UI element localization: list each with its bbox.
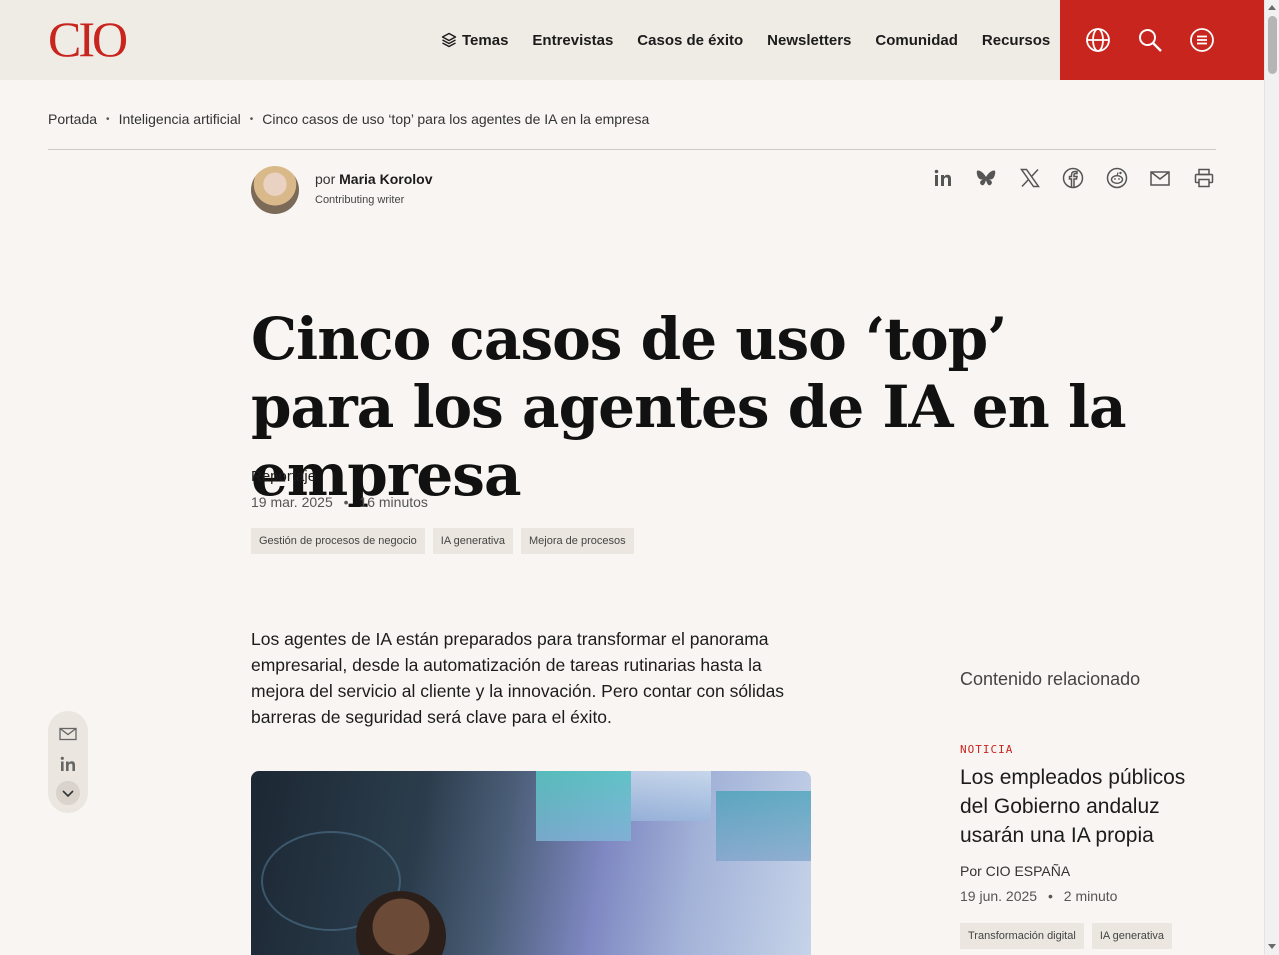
related-item-reading-time: 2 minuto — [1063, 888, 1118, 904]
tag-mejora-de-procesos[interactable]: Mejora de procesos — [521, 528, 634, 554]
email-icon[interactable] — [1149, 167, 1171, 189]
hero-screen — [716, 791, 811, 861]
breadcrumb-current: Cinco casos de uso ‘top’ para los agente… — [262, 111, 650, 127]
breadcrumb-portada[interactable]: Portada — [48, 111, 97, 127]
related-item-byline: Por CIO ESPAÑA — [960, 863, 1071, 879]
author-avatar[interactable] — [251, 166, 299, 214]
related-item-type: NOTICIA — [960, 743, 1014, 756]
breadcrumb-separator: • — [106, 113, 110, 125]
page-scrollbar[interactable] — [1264, 0, 1279, 955]
related-item-tags: Transformación digital IA generativa — [960, 923, 1180, 949]
nav-item-entrevistas[interactable]: Entrevistas — [532, 32, 613, 49]
site-header: CIO Temas Entrevistas Casos de éxito New… — [0, 0, 1264, 80]
facebook-icon[interactable] — [1062, 167, 1084, 189]
nav-item-recursos[interactable]: Recursos — [982, 32, 1050, 49]
nav-item-comunidad[interactable]: Comunidad — [875, 32, 958, 49]
tag-ia-generativa[interactable]: IA generativa — [1091, 923, 1173, 949]
scroll-down-arrow[interactable] — [1268, 944, 1276, 949]
email-icon[interactable] — [58, 724, 78, 744]
tag-gestion-de-procesos[interactable]: Gestión de procesos de negocio — [251, 528, 425, 554]
globe-icon[interactable] — [1085, 27, 1111, 53]
linkedin-icon[interactable] — [58, 754, 78, 774]
article-hero-image — [251, 771, 811, 955]
article-kind: Reportaje — [251, 468, 317, 485]
bluesky-icon[interactable] — [975, 167, 997, 189]
tag-ia-generativa[interactable]: IA generativa — [432, 528, 513, 554]
scroll-thumb[interactable] — [1268, 16, 1277, 74]
header-actions — [1060, 0, 1264, 80]
breadcrumb-inteligencia-artificial[interactable]: Inteligencia artificial — [119, 111, 241, 127]
article-title: Cinco casos de uso ‘top’ para los agente… — [251, 305, 1127, 509]
article-date: 19 mar. 2025 — [251, 494, 333, 510]
article-tags: Gestión de procesos de negocio IA genera… — [251, 528, 642, 554]
scroll-up-arrow[interactable] — [1268, 5, 1276, 10]
search-icon[interactable] — [1137, 27, 1163, 53]
article-meta: 19 mar. 2025 • 16 minutos — [251, 494, 428, 510]
article-lead: Los agentes de IA están preparados para … — [251, 629, 785, 727]
related-item-meta: 19 jun. 2025 • 2 minuto — [960, 888, 1117, 904]
author-byline: por Maria Korolov — [315, 171, 432, 187]
author-role: Contributing writer — [315, 194, 405, 206]
related-item-date: 19 jun. 2025 — [960, 888, 1038, 904]
hero-screen — [631, 771, 711, 821]
layers-icon — [441, 32, 457, 48]
breadcrumb-separator: • — [249, 113, 254, 125]
main-nav: Temas Entrevistas Casos de éxito Newslet… — [441, 0, 1074, 80]
nav-item-temas[interactable]: Temas — [441, 32, 508, 49]
author-prefix: por — [315, 171, 336, 187]
tag-transformacion-digital[interactable]: Transformación digital — [960, 923, 1084, 949]
meta-separator: • — [1047, 888, 1053, 904]
nav-item-newsletters[interactable]: Newsletters — [767, 32, 851, 49]
nav-label: Temas — [462, 31, 509, 49]
related-item-headline[interactable]: Los empleados públicos del Gobierno anda… — [960, 763, 1210, 850]
related-content-heading: Contenido relacionado — [960, 669, 1141, 689]
meta-separator: • — [343, 494, 349, 510]
cio-logo[interactable]: CIO — [48, 14, 128, 64]
x-icon[interactable] — [1019, 167, 1041, 189]
reddit-icon[interactable] — [1106, 167, 1128, 189]
article-reading-time: 16 minutos — [359, 494, 428, 510]
print-icon[interactable] — [1193, 167, 1215, 189]
menu-icon[interactable] — [1189, 27, 1215, 53]
breadcrumb-divider — [48, 149, 1216, 150]
breadcrumb: Portada • Inteligencia artificial • Cinc… — [48, 111, 649, 127]
hero-screen — [536, 771, 631, 841]
linkedin-icon[interactable] — [932, 167, 954, 189]
chevron-down-icon[interactable] — [56, 781, 80, 805]
author-name[interactable]: Maria Korolov — [339, 171, 432, 187]
nav-item-casos-de-exito[interactable]: Casos de éxito — [637, 32, 743, 49]
